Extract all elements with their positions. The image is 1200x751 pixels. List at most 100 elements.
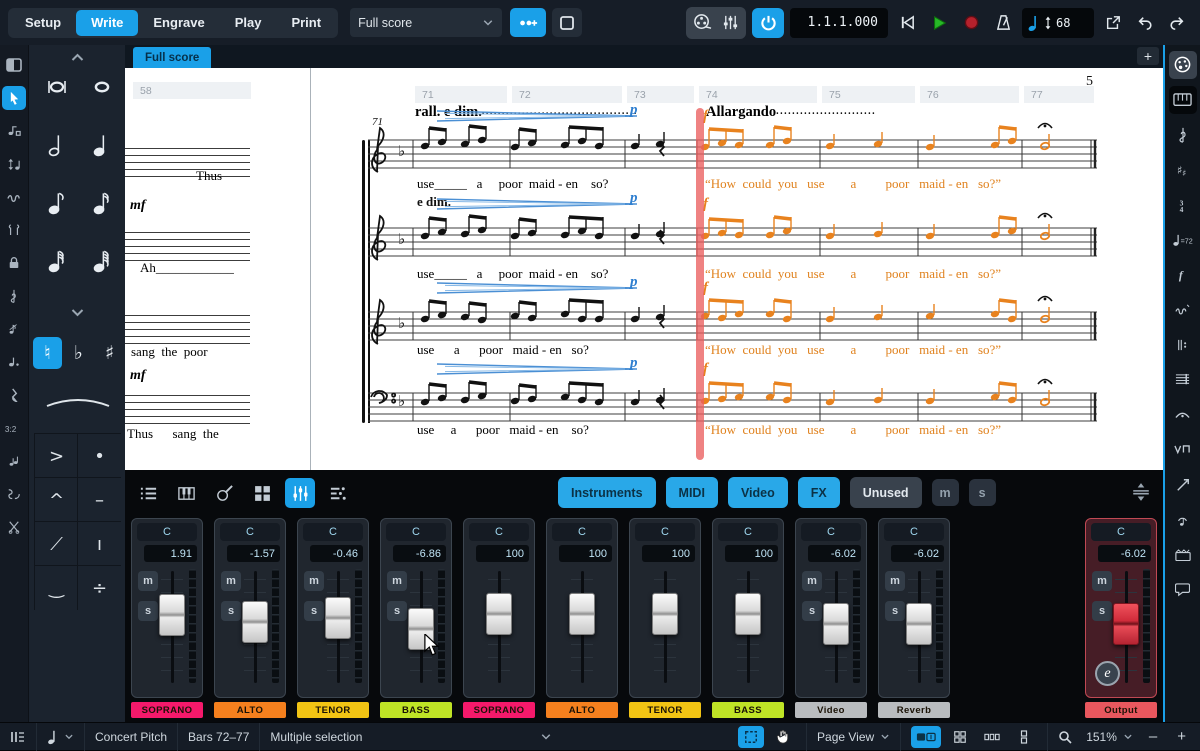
video-panel-button[interactable] xyxy=(1169,541,1197,569)
pages-column-button[interactable] xyxy=(1011,726,1037,748)
dynamic-mf[interactable]: mf xyxy=(130,198,146,214)
accidental-sharp[interactable]: ♯ xyxy=(95,337,124,369)
insert-notes-tool[interactable] xyxy=(2,119,26,143)
zoom-level[interactable]: 151% xyxy=(1086,730,1117,744)
fader-handle[interactable] xyxy=(325,597,351,639)
mute-button[interactable]: m xyxy=(802,571,822,591)
duration-whole[interactable] xyxy=(82,67,122,107)
bar-region-58[interactable]: 58 xyxy=(133,82,251,99)
accidental-natural[interactable]: ♮ xyxy=(33,337,62,369)
bar-region-73[interactable]: 73 xyxy=(627,86,694,103)
pan-control[interactable]: C xyxy=(386,523,446,541)
channel-label[interactable]: TENOR xyxy=(297,702,369,718)
flows-icon[interactable] xyxy=(10,730,26,744)
channel-label[interactable]: Output xyxy=(1085,702,1157,718)
rewind-button[interactable] xyxy=(894,10,920,36)
channel-label[interactable]: SOPRANO xyxy=(131,702,203,718)
pan-control[interactable]: C xyxy=(884,523,944,541)
redo-button[interactable] xyxy=(1164,10,1190,36)
grace-note-tool[interactable] xyxy=(2,317,26,341)
video-button[interactable] xyxy=(689,10,715,36)
comments-panel-button[interactable] xyxy=(1169,576,1197,604)
playing-techniques-panel-button[interactable] xyxy=(1169,436,1197,464)
articulation-staccatissimo[interactable]: ı xyxy=(77,521,121,566)
channel-label[interactable]: ALTO xyxy=(546,702,618,718)
dynamic-mf[interactable]: mf xyxy=(130,368,146,384)
fader-handle[interactable] xyxy=(906,603,932,645)
metronome-button[interactable] xyxy=(990,10,1016,36)
mode-tab-print[interactable]: Print xyxy=(276,10,336,36)
solo-button[interactable]: s xyxy=(221,601,241,621)
bar-region-74[interactable]: 74 xyxy=(699,86,817,103)
diminuendo-hairpin[interactable] xyxy=(435,198,645,210)
bar-region-77[interactable]: 77 xyxy=(1024,86,1094,103)
diminuendo-hairpin[interactable] xyxy=(435,363,645,375)
acciaccatura-tool[interactable] xyxy=(2,449,26,473)
duration-eighth[interactable] xyxy=(37,183,77,223)
mode-tab-engrave[interactable]: Engrave xyxy=(138,10,219,36)
bar-region-71[interactable]: 71 xyxy=(415,86,507,103)
dynamic-p[interactable]: p xyxy=(630,355,638,372)
channel-strip-soprano[interactable]: C 100 xyxy=(463,518,535,698)
insert-notes-button[interactable] xyxy=(510,8,546,37)
solo-button[interactable]: s xyxy=(138,601,158,621)
solo-button[interactable]: s xyxy=(387,601,407,621)
channel-strip-alto[interactable]: C-1.57ms xyxy=(214,518,286,698)
solo-button[interactable]: s xyxy=(1092,601,1112,621)
scroll-down-icon[interactable] xyxy=(29,307,126,319)
level-value[interactable]: -6.02 xyxy=(1098,545,1151,562)
channel-label[interactable]: BASS xyxy=(380,702,452,718)
level-value[interactable]: 100 xyxy=(476,545,529,562)
marquee-tool-button[interactable] xyxy=(738,726,764,748)
level-value[interactable]: 100 xyxy=(559,545,612,562)
tempo-marks-panel-button[interactable]: =72 xyxy=(1169,226,1197,254)
eq-button[interactable]: e xyxy=(1095,661,1120,686)
fader-handle[interactable] xyxy=(1113,603,1139,645)
rhythmic-grid-selector[interactable] xyxy=(37,723,85,751)
duration-sixteenth[interactable] xyxy=(82,183,122,223)
mute-button[interactable]: m xyxy=(1092,571,1112,591)
accidental-flat[interactable]: ♭ xyxy=(64,337,93,369)
fader-handle[interactable] xyxy=(486,593,512,635)
mode-tab-play[interactable]: Play xyxy=(220,10,277,36)
mode-tab-write[interactable]: Write xyxy=(76,10,138,36)
view-mode-selector[interactable]: Page View xyxy=(807,723,901,751)
articulation-accent[interactable]: > xyxy=(34,433,78,478)
dynamics-panel-button[interactable]: f xyxy=(1169,261,1197,289)
pan-control[interactable]: C xyxy=(718,523,778,541)
trill-tool-tool[interactable] xyxy=(2,185,26,209)
pan-control[interactable]: C xyxy=(469,523,529,541)
magnifier-icon[interactable] xyxy=(1058,730,1072,744)
playhead[interactable] xyxy=(696,108,704,460)
articulation-unstress[interactable]: ‿ xyxy=(34,565,78,610)
tempo-text-allargando[interactable]: Allargando......................... xyxy=(706,104,876,121)
clef-tool-tool[interactable] xyxy=(2,284,26,308)
mode-tab-setup[interactable]: Setup xyxy=(10,10,76,36)
pan-control[interactable]: C xyxy=(635,523,695,541)
pages-row-button[interactable] xyxy=(979,726,1005,748)
record-button[interactable] xyxy=(958,10,984,36)
channel-label[interactable]: TENOR xyxy=(629,702,701,718)
pan-control[interactable]: C xyxy=(303,523,363,541)
add-tab-button[interactable]: + xyxy=(1137,47,1159,65)
score-page[interactable]: 58 Thus Ah____________ sang the poor Thu… xyxy=(125,68,1163,470)
ornaments-panel-button[interactable] xyxy=(1169,296,1197,324)
fader-handle[interactable] xyxy=(823,603,849,645)
onscreen-keyboard-panel-button[interactable] xyxy=(1169,86,1197,114)
panels-palette-panel-button[interactable] xyxy=(1169,51,1197,79)
holds-pauses-panel-button[interactable] xyxy=(1169,401,1197,429)
solo-button[interactable]: s xyxy=(885,601,905,621)
global-solo-button[interactable]: s xyxy=(969,479,996,506)
articulation-staccato[interactable]: • xyxy=(77,433,121,478)
channel-strip-video[interactable]: C-6.02ms xyxy=(795,518,867,698)
dynamic-p[interactable]: p xyxy=(630,190,638,207)
channel-label[interactable]: BASS xyxy=(712,702,784,718)
lyric-line-selected[interactable]: “How could you use a poor maid - en so?” xyxy=(705,422,1001,438)
concert-pitch-indicator[interactable]: Concert Pitch xyxy=(85,723,178,751)
fader-handle[interactable] xyxy=(735,593,761,635)
articulation-tenuto[interactable]: – xyxy=(77,477,121,522)
lyric-line[interactable]: use a poor maid - en so? xyxy=(417,342,589,358)
rest-tool-tool[interactable] xyxy=(2,383,26,407)
scroll-up-icon[interactable] xyxy=(29,51,126,63)
pan-control[interactable]: C xyxy=(552,523,612,541)
